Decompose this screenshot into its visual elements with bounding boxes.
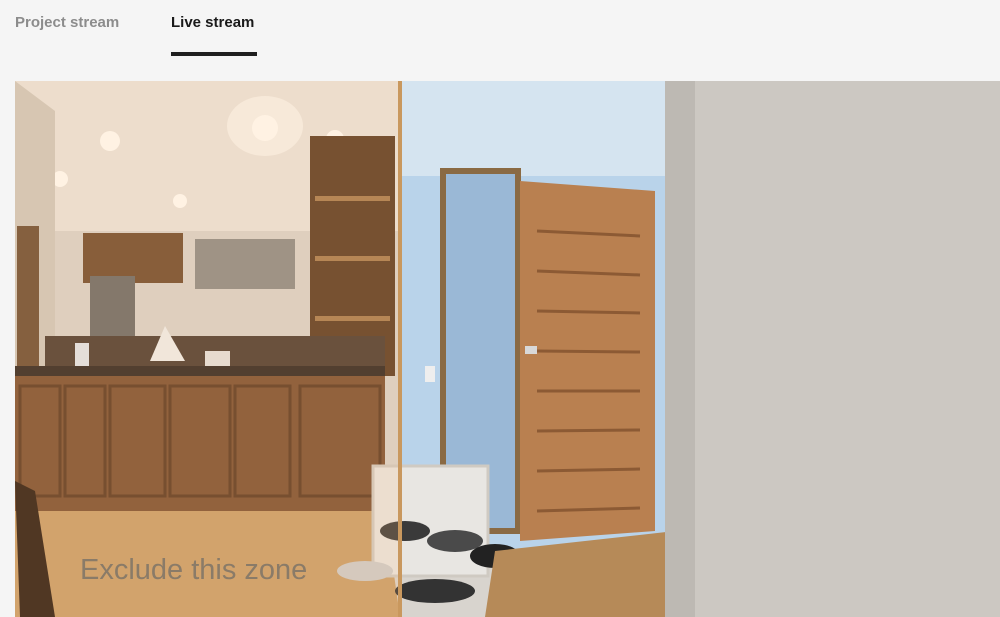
active-tab-indicator (171, 52, 257, 56)
exclusion-zone-label: Exclude this zone (80, 554, 308, 586)
live-stream-video[interactable]: Exclude this zone (15, 81, 1000, 617)
tab-live-stream[interactable]: Live stream (171, 14, 254, 31)
tab-bar: Project stream Live stream (0, 0, 1000, 60)
zone-divider-handle[interactable] (398, 81, 402, 617)
tab-project-stream[interactable]: Project stream (15, 14, 119, 31)
camera-feed-image (15, 81, 1000, 617)
